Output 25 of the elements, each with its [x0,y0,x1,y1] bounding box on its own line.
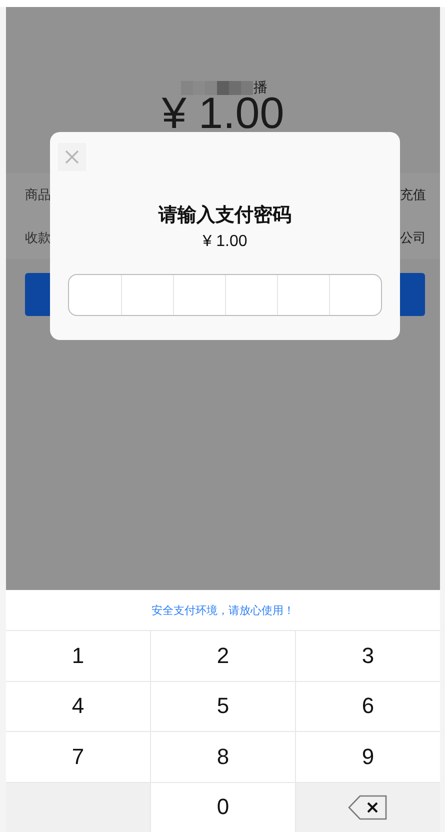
digit-key[interactable]: 2 [151,631,295,680]
row-label: 收款 [25,228,51,246]
digit-key[interactable]: 3 [296,631,440,680]
delete-key[interactable] [296,782,440,832]
digit-key[interactable]: 9 [296,732,440,782]
redaction-mosaic [180,81,252,95]
digit-key[interactable]: 4 [6,682,150,731]
row-value: 公司 [400,228,426,246]
close-button[interactable] [58,143,86,171]
dialog-amount: ¥ 1.00 [202,232,248,252]
dialog-title: 请输入支付密码 [158,204,292,228]
digit-key[interactable]: 5 [151,682,295,731]
digit-key[interactable]: 7 [6,732,150,782]
row-value: 充值 [400,186,426,204]
close-icon [65,150,79,164]
merchant-name: 播 [254,79,268,97]
backspace-icon [348,794,388,820]
password-field[interactable] [68,274,382,316]
digit-key[interactable]: 8 [151,732,295,782]
digit-key[interactable]: 0 [151,782,295,832]
digit-key[interactable]: 6 [296,682,440,731]
row-label: 商品 [25,186,51,204]
digit-key[interactable]: 1 [6,631,150,680]
security-notice: 安全支付环境，请放心使用！ [152,604,294,618]
payment-amount: ¥ 1.00 [162,94,284,134]
